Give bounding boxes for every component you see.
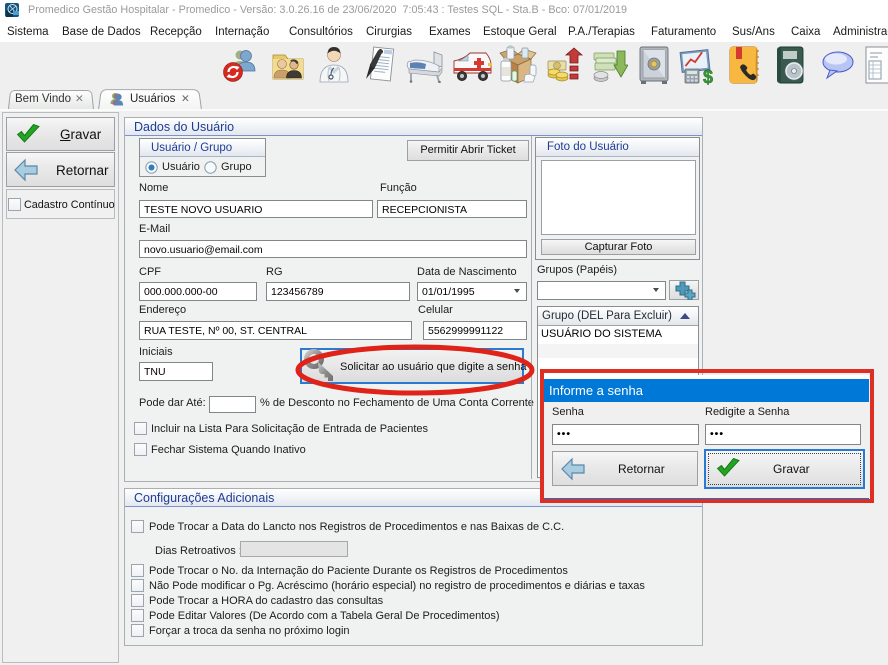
svg-text:$: $ [703, 67, 713, 85]
